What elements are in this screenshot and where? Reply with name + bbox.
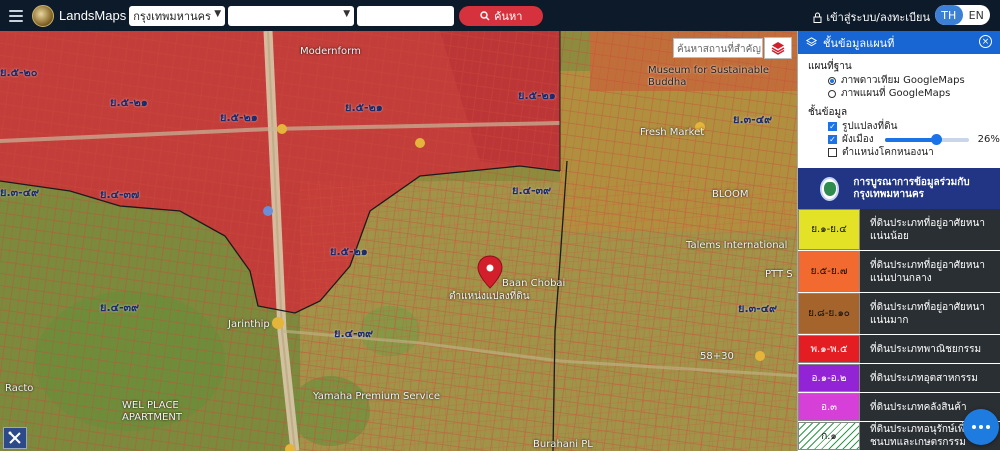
zone-label: ย.๕-๒๑ (345, 101, 383, 114)
basemap-option-roadmap[interactable]: ภาพแผนที่ GoogleMaps (798, 87, 1000, 100)
checkbox-checked[interactable]: ✓ (828, 122, 837, 131)
dot (979, 425, 983, 429)
lang-en-option[interactable]: EN (963, 5, 991, 25)
basemap-section-title: แผนที่ฐาน (808, 61, 852, 72)
province-select[interactable]: กรุงเทพมหานคร ▼ (129, 5, 226, 26)
bangkok-seal-logo (820, 176, 840, 201)
layers-icon (771, 42, 785, 55)
brand-name: LandsMaps (59, 8, 127, 23)
layers-section-title: ชั้นข้อมูล (808, 107, 848, 118)
layer-khoknongna[interactable]: ตำแหน่งโคกหนองนา (798, 146, 1000, 159)
layers-icon (806, 37, 817, 47)
place-search-input[interactable]: ค้นหาสถานที่สำคัญ (673, 38, 763, 58)
legend-row: อ.๑-อ.๒ ที่ดินประเภทอุตสาหกรรม (798, 364, 1000, 393)
more-options-button[interactable] (963, 409, 999, 445)
place-label: Talems International (686, 240, 788, 251)
language-toggle[interactable]: TH EN (935, 5, 990, 25)
zone-label: ย.๔-๓๗ (100, 188, 140, 201)
tools-icon (8, 431, 21, 444)
layer-panel: ชั้นข้อมูลแผนที่ × แผนที่ฐาน ภาพดาวเทียม… (797, 31, 1000, 451)
legend-code: ย.๘-ย.๑๐ (798, 293, 860, 334)
zone-label: ย.๔-๓๙ (512, 184, 552, 197)
zone-label: ย.๓-๔๙ (0, 186, 40, 199)
legend-desc: ที่ดินประเภทอุตสาหกรรม (860, 364, 1000, 392)
place-label: Baan Chobai (502, 278, 566, 289)
search-button-label: ค้นหา (494, 9, 523, 23)
basemap-option-label: ภาพแผนที่ GoogleMaps (841, 88, 951, 99)
layer-panel-header: ชั้นข้อมูลแผนที่ × (798, 31, 1000, 54)
dot (972, 425, 976, 429)
menu-icon[interactable] (9, 9, 23, 22)
legend-code: อ.๓ (798, 393, 860, 421)
place-label: Museum for Sustainable (648, 65, 769, 76)
checkbox-unchecked[interactable] (828, 148, 837, 157)
lang-th-option[interactable]: TH (935, 5, 963, 25)
lock-icon (813, 12, 822, 23)
place-label: Yamaha Premium Service (313, 391, 441, 402)
legend-banner-title: การบูรณาการข้อมูลร่วมกับ กรุงเทพมหานคร (853, 176, 970, 200)
legend-desc: ที่ดินประเภทที่อยู่อาศัยหนาแน่นมาก (860, 293, 1000, 334)
zone-label: ย.๓-๔๙ (733, 113, 773, 126)
layer-panel-title: ชั้นข้อมูลแผนที่ (823, 36, 895, 50)
zone-label: ย.๕-๒๑ (110, 96, 148, 109)
place-label: BLOOM (712, 189, 749, 200)
chevron-down-icon: ▼ (343, 8, 351, 19)
legend-code: ก.๑ (798, 422, 860, 450)
place-label: Jarinthip (228, 319, 270, 330)
login-link[interactable]: เข้าสู่ระบบ/ลงทะเบียน (813, 8, 930, 26)
zone-label: ย.๕-๒๑ (330, 245, 368, 258)
opacity-slider-handle[interactable] (931, 133, 943, 145)
layer-label: ตำแหน่งโคกหนองนา (842, 147, 934, 158)
parcel-marker-label: ตำแหน่งแปลงที่ดิน (449, 291, 530, 302)
legend-code: ย.๑-ย.๔ (798, 209, 860, 250)
opacity-slider[interactable] (884, 133, 969, 145)
province-select-value: กรุงเทพมหานคร (133, 9, 211, 23)
zone-label: ย.๔-๓๙ (334, 327, 374, 340)
zone-label: ย.๕-๒๑ (220, 111, 258, 124)
radio-unselected[interactable] (828, 89, 836, 98)
radio-selected[interactable] (828, 76, 836, 85)
place-label: Racto (5, 383, 34, 394)
place-label: WEL PLACE (122, 400, 179, 411)
legend-desc: ที่ดินประเภทที่อยู่อาศัยหนาแน่นน้อย (860, 209, 1000, 250)
legend-row: ย.๑-ย.๔ ที่ดินประเภทที่อยู่อาศัยหนาแน่นน้… (798, 209, 1000, 251)
checkbox-checked[interactable]: ✓ (828, 135, 837, 144)
place-label: APARTMENT (122, 412, 182, 423)
legend-code: ย.๕-ย.๗ (798, 251, 860, 292)
zone-label: ย.๕-๒๑ (518, 89, 556, 102)
top-navbar: LandsMaps กรุงเทพมหานคร ▼ ▼ ค้นหา เข้าสู… (0, 0, 1000, 31)
search-icon (480, 10, 490, 20)
legend-row: พ.๑-พ.๕ ที่ดินประเภทพาณิชยกรรม (798, 335, 1000, 364)
place-label: Burahani PL (533, 439, 593, 450)
place-label: Modernform (300, 46, 361, 57)
legend-code: อ.๑-อ.๒ (798, 364, 860, 392)
zone-label: ย.๓-๔๙ (738, 302, 778, 315)
dot (986, 425, 990, 429)
landsmaps-logo (32, 4, 54, 27)
legend-code: พ.๑-พ.๕ (798, 335, 860, 363)
legend-desc: ที่ดินประเภทพาณิชยกรรม (860, 335, 1000, 363)
login-label: เข้าสู่ระบบ/ลงทะเบียน (826, 11, 930, 24)
parcel-number-input[interactable] (357, 5, 455, 26)
legend-banner: การบูรณาการข้อมูลร่วมกับ กรุงเทพมหานคร (798, 168, 1000, 209)
map-tools-button[interactable] (3, 427, 27, 449)
opacity-value: 26% (977, 134, 1000, 145)
search-button[interactable]: ค้นหา (459, 5, 544, 26)
legend-desc: ที่ดินประเภทที่อยู่อาศัยหนาแน่นปานกลาง (860, 251, 1000, 292)
place-label: PTT S (765, 269, 793, 280)
district-select[interactable]: ▼ (228, 5, 355, 26)
legend-row: ย.๕-ย.๗ ที่ดินประเภทที่อยู่อาศัยหนาแน่นปา… (798, 251, 1000, 293)
place-label: Fresh Market (640, 127, 705, 138)
zone-label: ย.๕-๒๐ (0, 66, 38, 79)
zone-label: ย.๔-๓๙ (100, 301, 140, 314)
opacity-slider-fill (884, 137, 937, 142)
layer-parcels[interactable]: ✓ รูปแปลงที่ดิน (798, 120, 1000, 133)
close-icon[interactable]: × (979, 35, 992, 48)
legend-row: ย.๘-ย.๑๐ ที่ดินประเภทที่อยู่อาศัยหนาแน่นม… (798, 293, 1000, 335)
layers-toggle-button[interactable] (764, 37, 792, 59)
place-label: 58+30 (700, 351, 734, 362)
place-label: Buddha (648, 77, 687, 88)
chevron-down-icon: ▼ (214, 8, 222, 19)
